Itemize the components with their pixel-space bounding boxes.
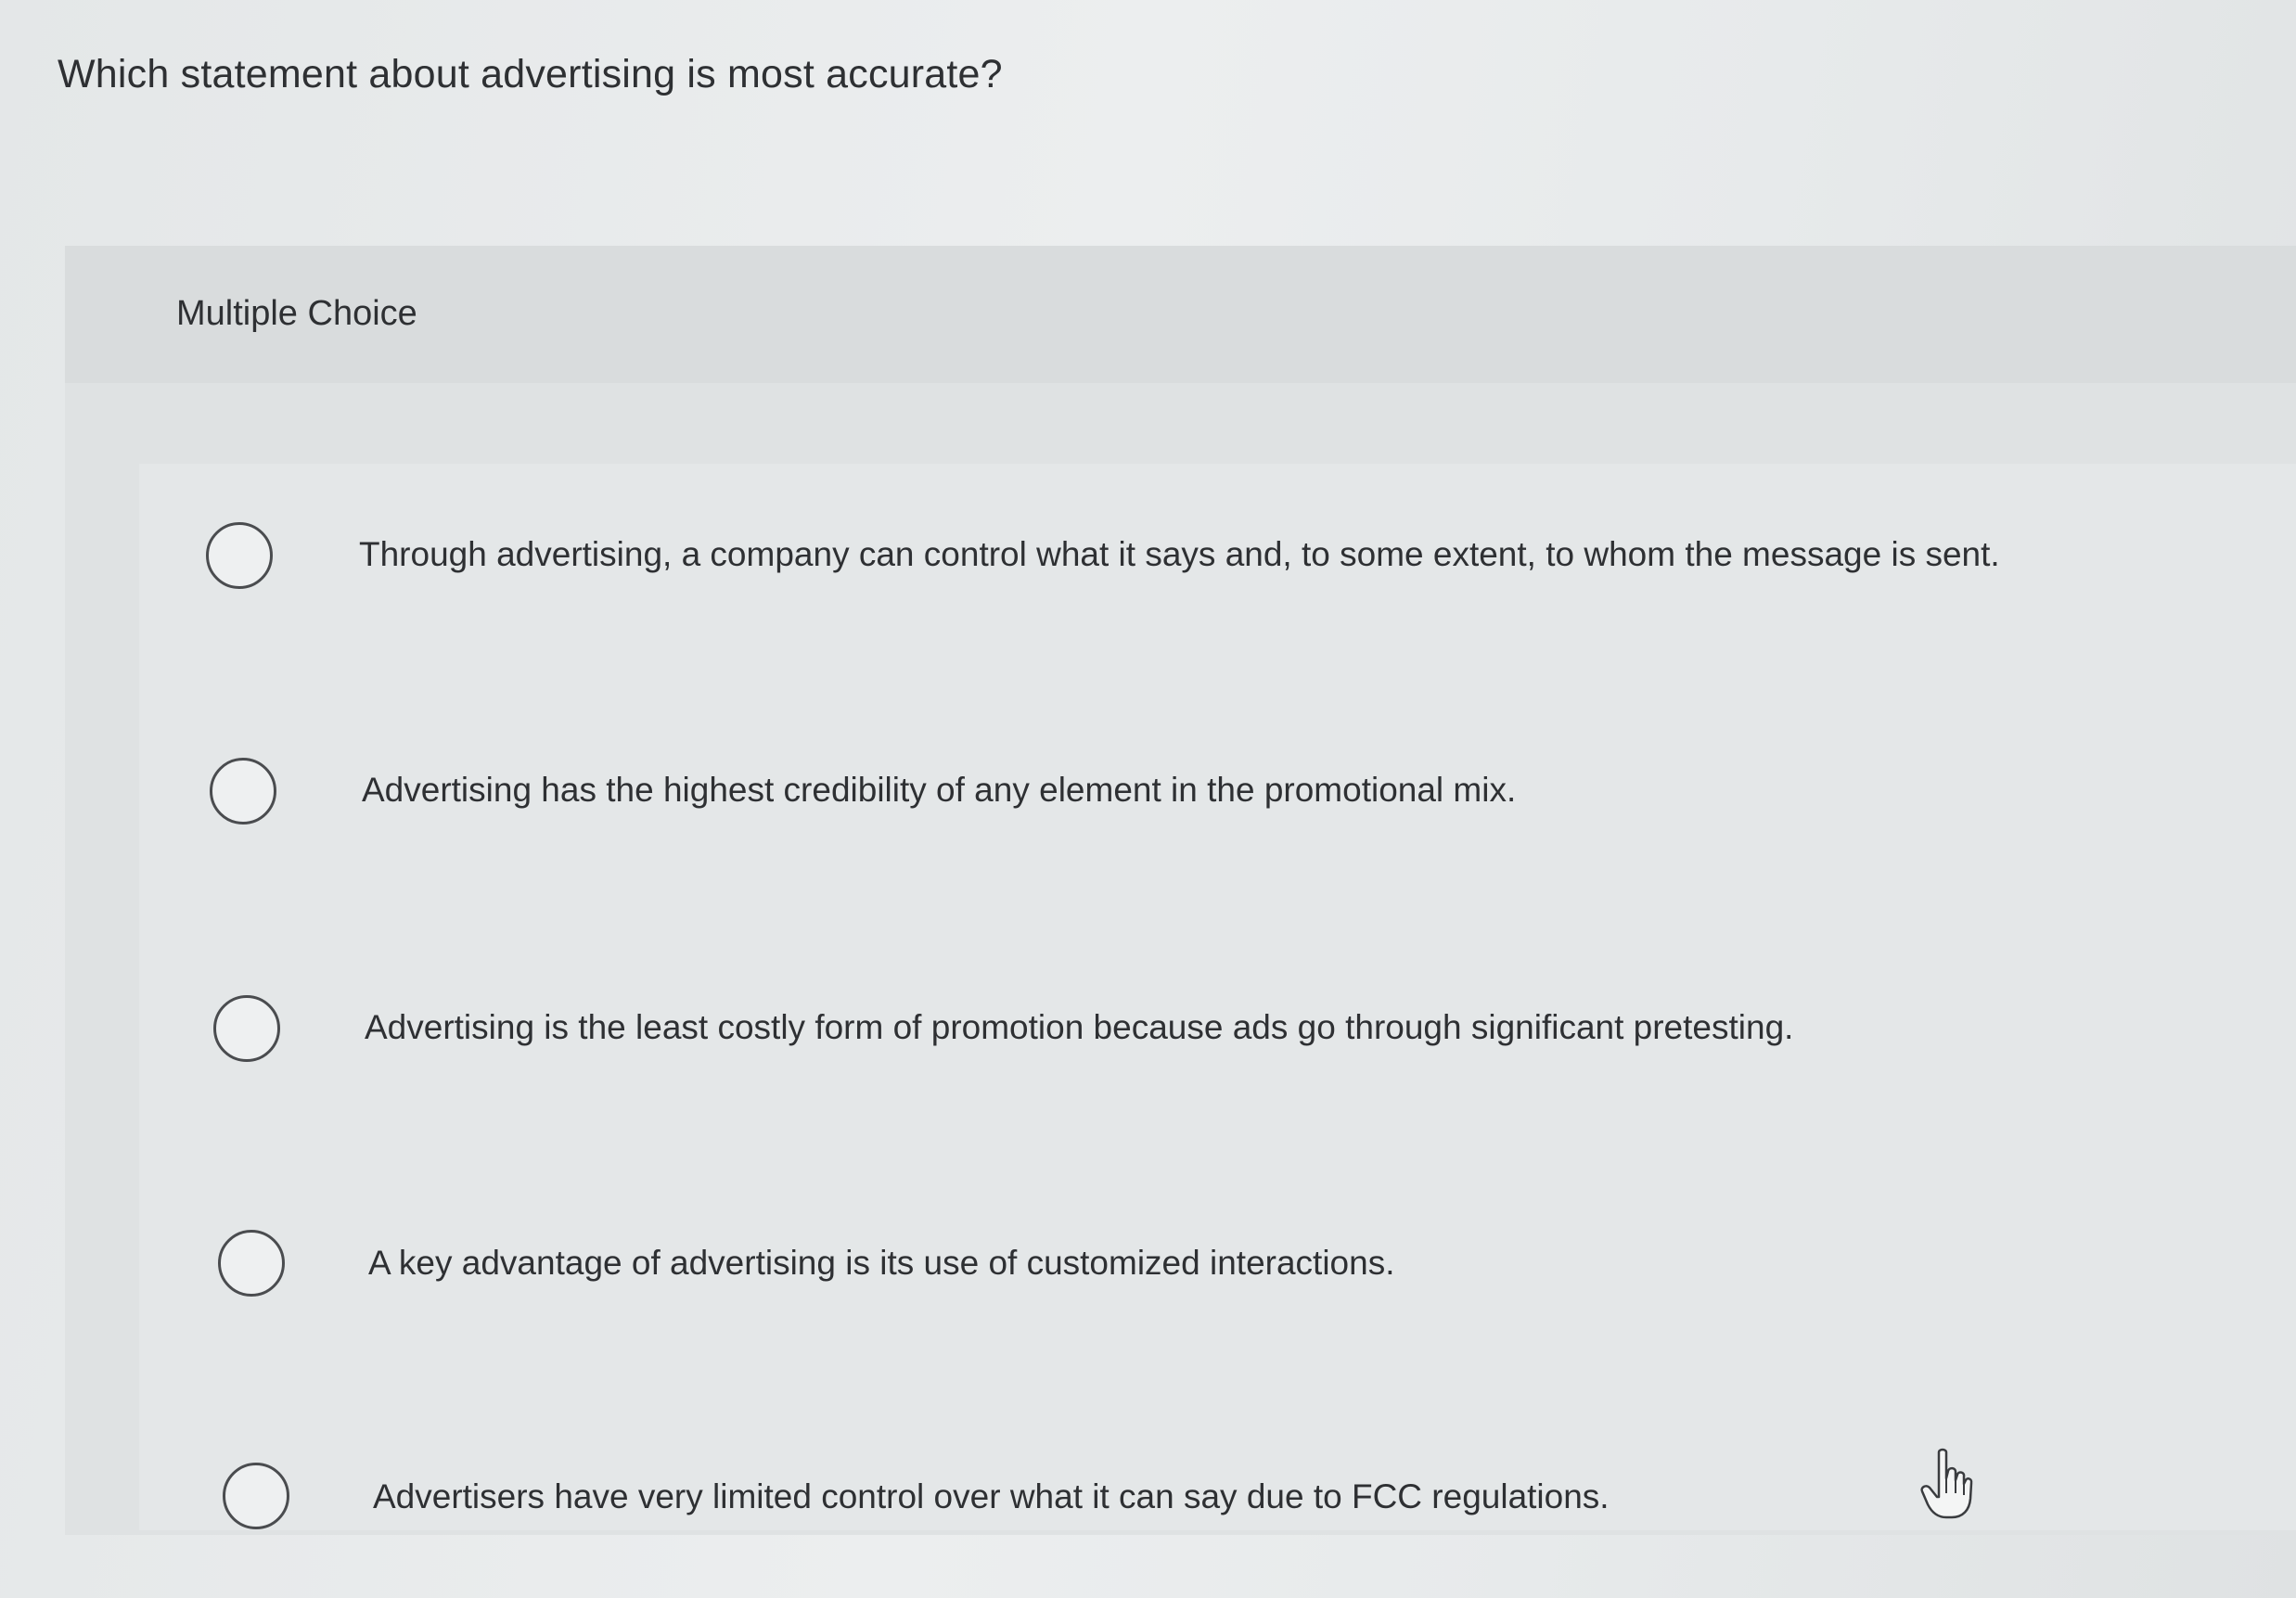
option-1-label[interactable]: Through advertising, a company can contr…	[359, 535, 2000, 574]
radio-button-icon[interactable]	[223, 1463, 289, 1529]
radio-button-icon[interactable]	[206, 522, 273, 589]
radio-button-icon[interactable]	[213, 995, 280, 1062]
option-4-label[interactable]: A key advantage of advertising is its us…	[368, 1244, 1394, 1283]
question-text: Which statement about advertising is mos…	[58, 52, 1003, 96]
option-3[interactable]: Advertising is the least costly form of …	[0, 935, 2157, 1120]
option-1[interactable]: Through advertising, a company can contr…	[0, 464, 2157, 649]
radio-button-icon[interactable]	[218, 1230, 285, 1297]
multiple-choice-label: Multiple Choice	[176, 294, 417, 333]
option-5[interactable]: Advertisers have very limited control ov…	[0, 1403, 2157, 1589]
multiple-choice-header: Multiple Choice	[65, 246, 2296, 383]
option-2[interactable]: Advertising has the highest credibility …	[0, 698, 2157, 884]
option-2-label[interactable]: Advertising has the highest credibility …	[362, 771, 1516, 810]
option-5-label[interactable]: Advertisers have very limited control ov…	[373, 1477, 1610, 1516]
option-4[interactable]: A key advantage of advertising is its us…	[0, 1170, 2157, 1356]
radio-button-icon[interactable]	[210, 758, 276, 825]
hand-pointer-icon	[1920, 1448, 1973, 1519]
option-3-label[interactable]: Advertising is the least costly form of …	[365, 1008, 1793, 1047]
